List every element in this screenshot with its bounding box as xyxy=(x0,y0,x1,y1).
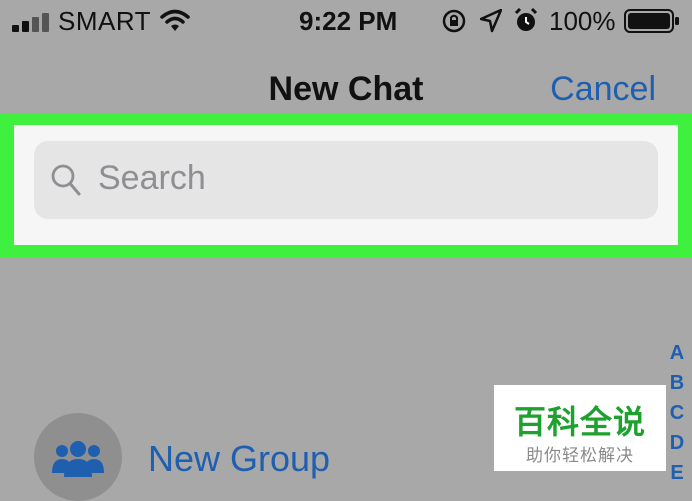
status-bar: SMART 9:22 PM 100% xyxy=(0,0,692,44)
watermark: 百科全说 助你轻松解决 xyxy=(494,385,666,471)
location-icon xyxy=(480,9,502,33)
search-input[interactable]: Search xyxy=(34,141,658,219)
signal-icon xyxy=(12,13,49,32)
battery-icon xyxy=(624,9,679,33)
orientation-lock-icon xyxy=(442,9,466,33)
new-group-label: New Group xyxy=(148,438,331,479)
watermark-subtitle: 助你轻松解决 xyxy=(526,446,634,465)
search-icon xyxy=(51,164,81,196)
search-bar-container: Search xyxy=(14,125,678,245)
wifi-icon xyxy=(160,9,190,31)
index-letter-b[interactable]: B xyxy=(666,368,688,398)
index-letter-a[interactable]: A xyxy=(666,338,688,368)
carrier-name: SMART xyxy=(58,6,152,36)
group-icon xyxy=(52,441,104,477)
search-highlight: Search xyxy=(0,113,692,257)
alarm-icon xyxy=(514,8,538,31)
search-placeholder: Search xyxy=(98,159,206,197)
avatar xyxy=(34,413,122,501)
status-time: 9:22 PM xyxy=(299,6,398,36)
cancel-button[interactable]: Cancel xyxy=(550,70,656,109)
battery-percent: 100% xyxy=(549,6,616,36)
watermark-title: 百科全说 xyxy=(513,404,646,440)
